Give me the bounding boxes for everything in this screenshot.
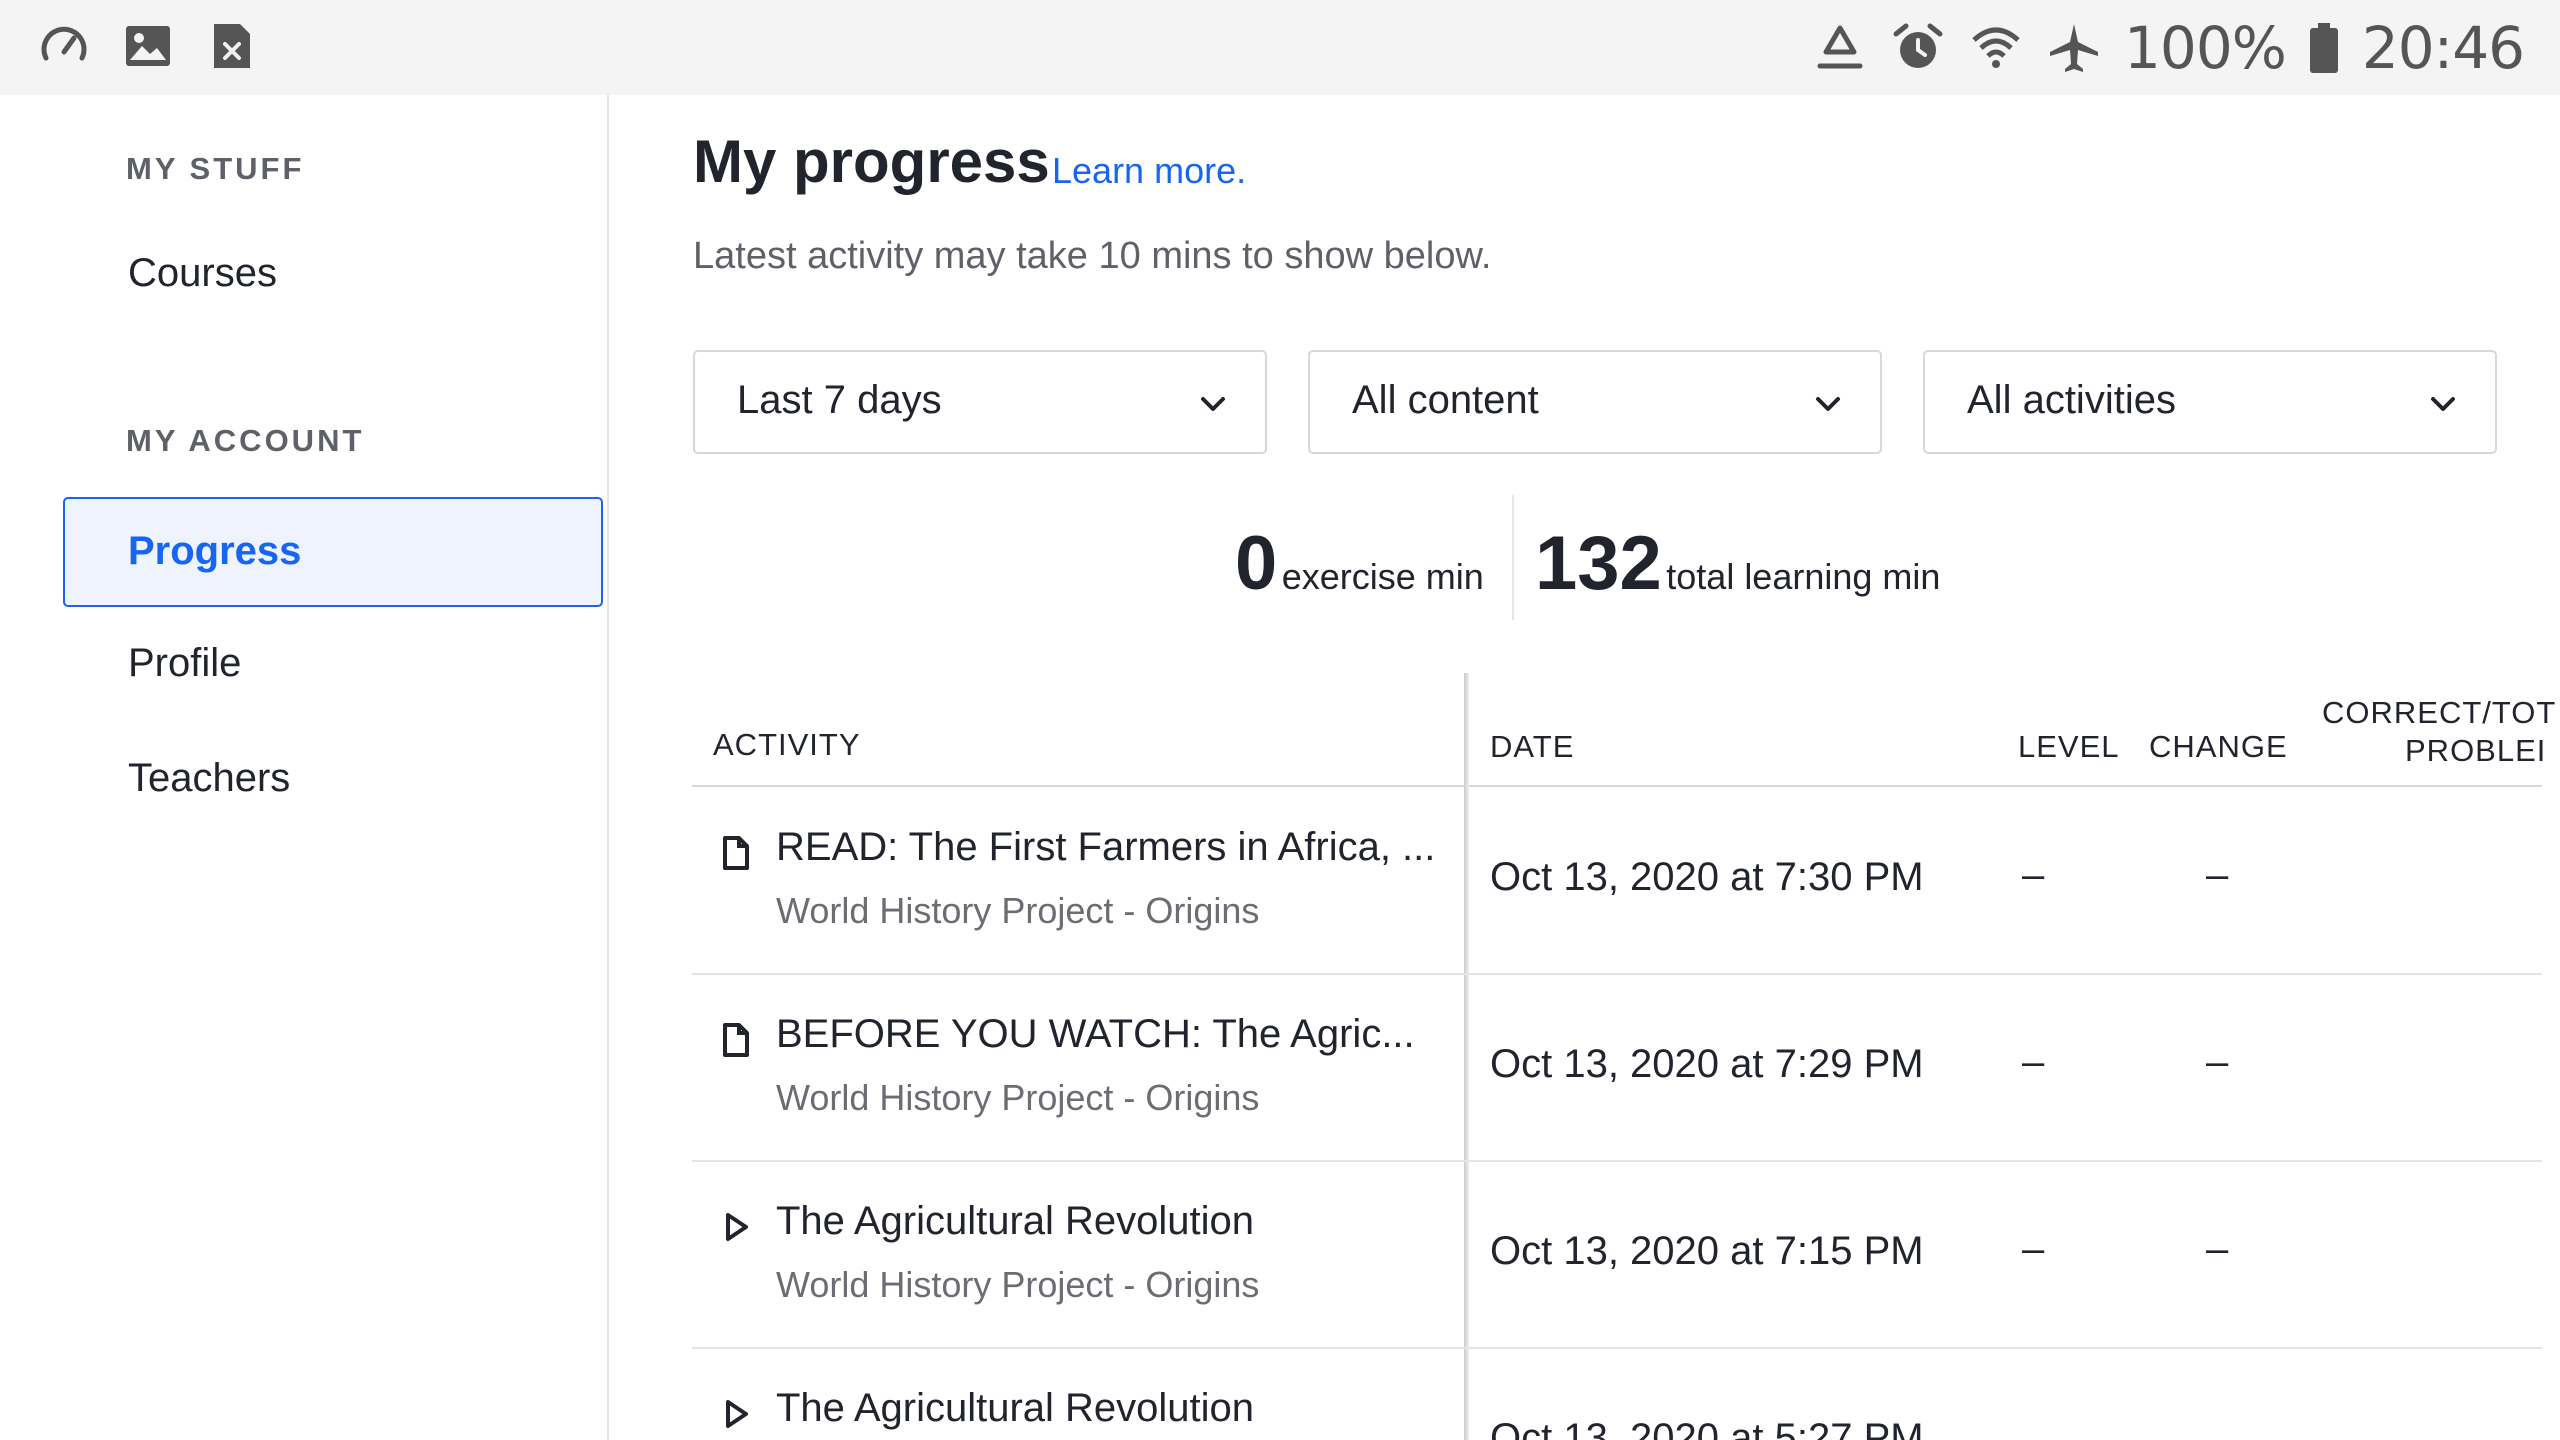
main-content: My progress Learn more. Latest activity … <box>610 95 2560 1440</box>
row-date: Oct 13, 2020 at 5:27 PM <box>1490 1416 1924 1440</box>
sidebar-heading-my-account: MY ACCOUNT <box>126 423 365 458</box>
row-date: Oct 13, 2020 at 7:30 PM <box>1490 855 1924 899</box>
exercise-minutes-value: 0 <box>1235 521 1278 606</box>
sidebar-item-profile[interactable]: Profile <box>128 641 241 686</box>
page-title: My progress <box>693 128 1050 195</box>
sidebar-item-teachers[interactable]: Teachers <box>128 756 290 801</box>
row-change: – <box>2206 1227 2229 1271</box>
clock: 20:46 <box>2361 14 2525 82</box>
battery-percent: 100% <box>2124 14 2287 82</box>
activities-dropdown[interactable]: All activities <box>1923 350 2497 454</box>
row-change: – <box>2206 853 2229 897</box>
time-range-dropdown[interactable]: Last 7 days <box>693 350 1267 454</box>
exercise-minutes-stat: 0 exercise min <box>1235 520 1484 645</box>
column-header-level[interactable]: LEVEL <box>2018 729 2120 765</box>
status-bar: 100% 20:46 <box>0 0 2560 95</box>
row-divider <box>692 1347 2542 1349</box>
row-activity-subtitle: World History Project - Origins <box>776 1077 1260 1118</box>
learn-more-link[interactable]: Learn more. <box>1052 150 1246 192</box>
sidebar-heading-my-stuff: MY STUFF <box>126 151 305 186</box>
recycle-icon <box>1812 20 1868 76</box>
row-level: – <box>2022 853 2045 897</box>
row-activity-title[interactable]: The Agricultural Revolution <box>776 1386 1254 1431</box>
sidebar: MY STUFF Courses MY ACCOUNT Progress Pro… <box>0 95 609 1440</box>
column-divider <box>1464 673 1469 1440</box>
column-header-change[interactable]: CHANGE <box>2149 729 2288 765</box>
table-header-divider <box>692 785 2542 787</box>
column-header-activity[interactable]: ACTIVITY <box>713 727 861 763</box>
row-activity-subtitle: World History Project - Origins <box>776 890 1260 931</box>
sidebar-item-progress[interactable]: Progress <box>63 497 603 607</box>
row-activity-subtitle: World History Project - Origins <box>776 1264 1260 1305</box>
video-play-icon <box>726 1213 748 1241</box>
chevron-down-icon <box>1816 397 1840 411</box>
column-header-date[interactable]: DATE <box>1490 729 1574 765</box>
content-dropdown[interactable]: All content <box>1308 350 1882 454</box>
activities-value: All activities <box>1967 378 2176 422</box>
stat-divider <box>1512 495 1514 620</box>
row-change: – <box>2206 1040 2229 1084</box>
total-minutes-stat: 132 total learning min <box>1535 520 1940 645</box>
row-divider <box>692 1160 2542 1162</box>
content-value: All content <box>1352 378 1539 422</box>
chevron-down-icon <box>1201 397 1225 411</box>
chevron-down-icon <box>2431 397 2455 411</box>
speedometer-icon <box>36 18 92 74</box>
column-header-correct-line1[interactable]: CORRECT/TOT <box>2322 695 2556 731</box>
row-date: Oct 13, 2020 at 7:29 PM <box>1490 1042 1924 1086</box>
file-close-icon <box>204 18 260 74</box>
row-level: – <box>2022 1040 2045 1084</box>
row-activity-title[interactable]: BEFORE YOU WATCH: The Agric... <box>776 1012 1415 1057</box>
video-play-icon <box>726 1400 748 1428</box>
row-date: Oct 13, 2020 at 7:15 PM <box>1490 1229 1924 1273</box>
airplane-icon <box>2046 20 2102 76</box>
row-activity-title[interactable]: The Agricultural Revolution <box>776 1199 1254 1244</box>
article-icon <box>723 1023 749 1057</box>
page-subtitle: Latest activity may take 10 mins to show… <box>693 235 1492 277</box>
image-icon <box>120 18 176 74</box>
total-minutes-value: 132 <box>1535 521 1662 606</box>
exercise-minutes-label: exercise min <box>1281 556 1484 597</box>
article-icon <box>723 836 749 870</box>
time-range-value: Last 7 days <box>737 378 942 422</box>
sidebar-item-courses[interactable]: Courses <box>128 251 277 296</box>
sidebar-item-progress-label: Progress <box>128 529 302 573</box>
column-header-correct-line2[interactable]: PROBLEI <box>2405 733 2546 769</box>
row-activity-title[interactable]: READ: The First Farmers in Africa, ... <box>776 825 1435 870</box>
row-divider <box>692 973 2542 975</box>
row-level: – <box>2022 1227 2045 1271</box>
battery-icon <box>2308 20 2340 76</box>
alarm-icon <box>1890 20 1946 76</box>
total-minutes-label: total learning min <box>1666 556 1941 597</box>
wifi-icon <box>1968 20 2024 76</box>
